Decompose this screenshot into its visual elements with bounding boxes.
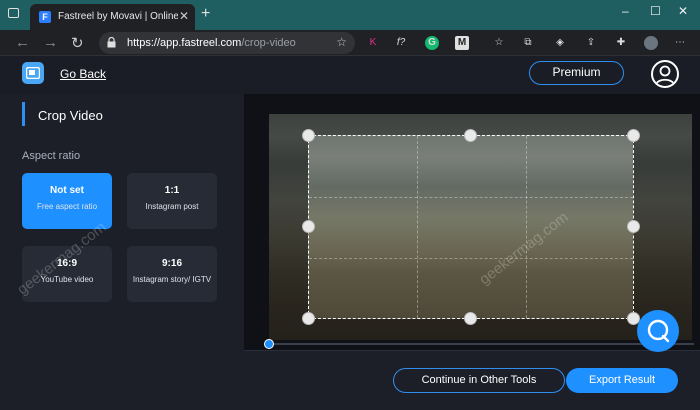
refresh-icon[interactable]: ↻ (71, 34, 84, 52)
maximize-icon[interactable]: ☐ (650, 4, 661, 18)
panel-title: Crop Video (38, 108, 103, 123)
ratio-description: Free aspect ratio (36, 202, 98, 211)
crop-handle-left[interactable] (302, 220, 315, 233)
address-bar[interactable]: https://app.fastreel.com/crop-video ☆ (99, 32, 355, 54)
chat-bubble-icon (647, 319, 670, 343)
tab-close-icon[interactable]: ✕ (179, 9, 189, 23)
continue-in-other-tools-button[interactable]: Continue in Other Tools (393, 368, 565, 393)
ratio-value: 1:1 (164, 185, 180, 196)
premium-button[interactable]: Premium (529, 61, 624, 85)
video-crop-icon (26, 67, 40, 79)
timeline-track (269, 343, 694, 345)
crop-handle-bottom[interactable] (464, 312, 477, 325)
lock-icon (107, 37, 116, 48)
go-back-link[interactable]: Go Back (60, 67, 106, 81)
ratio-value: 9:16 (161, 258, 182, 269)
timeline-playhead[interactable] (264, 339, 274, 349)
video-timeline[interactable] (244, 338, 700, 350)
browser-toolbar: ← → ↻ https://app.fastreel.com/crop-vide… (0, 30, 700, 56)
forward-arrow-icon[interactable]: → (43, 34, 58, 51)
settings-more-icon[interactable]: ⋯ (673, 36, 687, 50)
crop-grid-line (417, 136, 418, 318)
crop-grid-line (309, 197, 633, 198)
url-path: /crop-video (241, 37, 296, 49)
profile-avatar-icon[interactable] (644, 36, 658, 50)
fastreel-favicon-icon: F (39, 11, 51, 23)
crop-handle-bottom-left[interactable] (302, 312, 315, 325)
title-accent-bar (22, 102, 25, 126)
ratio-value: Not set (50, 185, 84, 196)
tab-title: Fastreel by Movavi | Online Video (58, 11, 178, 22)
crop-handle-top[interactable] (464, 129, 477, 142)
minimize-icon[interactable]: – (622, 4, 629, 18)
app-header: Go Back Premium (0, 56, 700, 94)
favorite-star-icon[interactable]: ☆ (336, 35, 347, 49)
crop-handle-top-right[interactable] (627, 129, 640, 142)
tab-actions-icon[interactable] (8, 8, 19, 18)
chat-support-button[interactable] (637, 310, 679, 352)
crop-grid-line (526, 136, 527, 318)
crop-frame[interactable] (308, 135, 634, 319)
extension-m-icon[interactable]: M (455, 36, 469, 50)
grammarly-icon[interactable]: G (425, 36, 439, 50)
user-profile-icon[interactable] (651, 60, 679, 88)
ratio-option-1-1[interactable]: 1:1 Instagram post (127, 173, 217, 229)
url-host: https://app.fastreel.com (127, 37, 242, 49)
extensions-puzzle-icon[interactable]: ✚ (614, 36, 628, 50)
crop-handle-right[interactable] (627, 220, 640, 233)
user-silhouette-icon (655, 65, 675, 86)
crop-grid-line (309, 258, 633, 259)
new-tab-icon[interactable]: + (201, 5, 210, 23)
browser-essentials-icon[interactable]: ◈ (553, 36, 567, 50)
browser-tab[interactable]: F Fastreel by Movavi | Online Video ✕ (30, 4, 195, 30)
fastreel-logo-icon[interactable] (22, 62, 44, 84)
extension-k-icon[interactable]: K (366, 36, 380, 50)
export-result-button[interactable]: Export Result (566, 368, 678, 393)
ratio-description: Instagram post (145, 202, 199, 211)
extension-f-icon[interactable]: f? (394, 36, 408, 50)
browser-tab-strip: F Fastreel by Movavi | Online Video ✕ + … (0, 0, 700, 30)
collections-icon[interactable]: ⧉ (521, 36, 535, 50)
crop-handle-top-left[interactable] (302, 129, 315, 142)
back-arrow-icon[interactable]: ← (15, 34, 30, 51)
share-icon[interactable]: ⇪ (584, 36, 598, 50)
action-footer: Continue in Other Tools Export Result (244, 350, 700, 410)
ratio-description: Instagram story/ IGTV (132, 275, 212, 284)
favorites-icon[interactable]: ☆ (492, 36, 506, 50)
url-text: https://app.fastreel.com/crop-video (127, 37, 296, 49)
ratio-option-9-16[interactable]: 9:16 Instagram story/ IGTV (127, 246, 217, 302)
aspect-ratio-heading: Aspect ratio (22, 150, 81, 162)
window-close-icon[interactable]: ✕ (678, 4, 688, 18)
crop-sidebar: Crop Video Aspect ratio Not set Free asp… (0, 94, 244, 410)
